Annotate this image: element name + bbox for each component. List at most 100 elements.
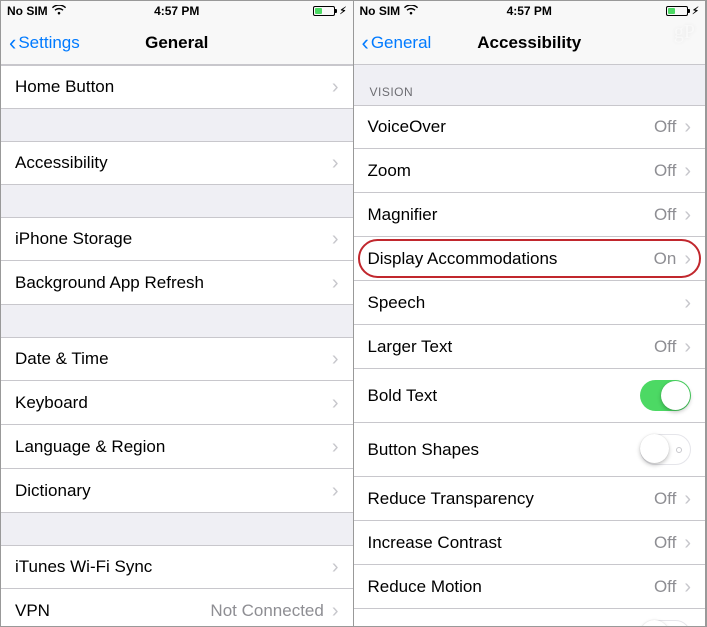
accessibility-row[interactable]: Increase ContrastOff › (354, 521, 706, 565)
wifi-icon (404, 4, 418, 18)
chevron-right-icon: › (332, 229, 339, 249)
charging-icon: ⚡︎ (692, 6, 699, 17)
status-bar: No SIM 4:57 PM ⚡︎ (1, 1, 353, 21)
row-value: Off (654, 533, 676, 553)
battery-icon (666, 6, 688, 16)
settings-row[interactable]: Dictionary› (1, 469, 353, 513)
accessibility-row[interactable]: Speech› (354, 281, 706, 325)
row-value: Off (654, 161, 676, 181)
row-label: Language & Region (15, 437, 328, 457)
row-label: Accessibility (15, 153, 328, 173)
row-value: Off (654, 489, 676, 509)
group-spacer (1, 305, 353, 337)
row-label: Dictionary (15, 481, 328, 501)
row-label: Keyboard (15, 393, 328, 413)
group-spacer (1, 513, 353, 545)
chevron-right-icon: › (684, 205, 691, 225)
toggle-switch[interactable] (640, 380, 691, 411)
chevron-left-icon: ‹ (9, 32, 16, 54)
accessibility-row[interactable]: Larger TextOff › (354, 325, 706, 369)
settings-row[interactable]: VPNNot Connected› (1, 589, 353, 626)
settings-row[interactable]: Keyboard› (1, 381, 353, 425)
accessibility-row[interactable]: Reduce TransparencyOff › (354, 477, 706, 521)
chevron-right-icon: › (684, 293, 691, 313)
row-label: Zoom (368, 161, 654, 181)
chevron-right-icon: › (332, 481, 339, 501)
row-label: Button Shapes (368, 440, 641, 460)
row-value: Off (654, 577, 676, 597)
accessibility-row[interactable]: On/Off Labels (354, 609, 706, 626)
chevron-right-icon: › (332, 557, 339, 577)
chevron-right-icon: › (332, 349, 339, 369)
chevron-left-icon: ‹ (362, 32, 369, 54)
accessibility-list: VISION VoiceOverOff›ZoomOff›MagnifierOff… (354, 65, 706, 626)
toggle-switch[interactable] (640, 620, 691, 626)
row-label: Home Button (15, 77, 328, 97)
chevron-right-icon: › (332, 77, 339, 97)
back-button[interactable]: ‹ Settings (9, 32, 80, 54)
row-label: Date & Time (15, 349, 328, 369)
row-label: iTunes Wi-Fi Sync (15, 557, 328, 577)
accessibility-row[interactable]: ZoomOff › (354, 149, 706, 193)
row-value: Not Connected (210, 601, 323, 621)
watermark: gP (674, 21, 695, 44)
accessibility-pane: No SIM 4:57 PM ⚡︎ ‹ General Accessibilit… (354, 1, 707, 626)
back-button[interactable]: ‹ General (362, 32, 432, 54)
battery-icon (313, 6, 335, 16)
wifi-icon (52, 4, 66, 18)
row-label: Display Accommodations (368, 249, 654, 269)
chevron-right-icon: › (332, 273, 339, 293)
status-bar: No SIM 4:57 PM ⚡︎ (354, 1, 706, 21)
section-header-vision: VISION (354, 65, 706, 105)
chevron-right-icon: › (684, 577, 691, 597)
carrier-label: No SIM (7, 4, 48, 18)
settings-row[interactable]: iPhone Storage› (1, 217, 353, 261)
row-label: On/Off Labels (368, 626, 641, 627)
settings-row[interactable]: Home Button› (1, 65, 353, 109)
row-label: Increase Contrast (368, 533, 654, 553)
accessibility-row[interactable]: Bold Text (354, 369, 706, 423)
row-label: Larger Text (368, 337, 654, 357)
row-label: Reduce Transparency (368, 489, 654, 509)
accessibility-row[interactable]: MagnifierOff › (354, 193, 706, 237)
row-label: VoiceOver (368, 117, 654, 137)
row-label: Speech (368, 293, 681, 313)
chevron-right-icon: › (684, 337, 691, 357)
accessibility-row[interactable]: Reduce MotionOff › (354, 565, 706, 609)
chevron-right-icon: › (684, 161, 691, 181)
settings-row[interactable]: Accessibility› (1, 141, 353, 185)
general-list: Home Button›Accessibility›iPhone Storage… (1, 65, 353, 626)
nav-bar: ‹ General Accessibility gP (354, 21, 706, 65)
chevron-right-icon: › (684, 249, 691, 269)
chevron-right-icon: › (684, 117, 691, 137)
row-value: Off (654, 117, 676, 137)
settings-row[interactable]: Date & Time› (1, 337, 353, 381)
row-label: Background App Refresh (15, 273, 328, 293)
back-label: Settings (18, 33, 79, 53)
row-label: Reduce Motion (368, 577, 654, 597)
toggle-switch[interactable] (640, 434, 691, 465)
accessibility-row[interactable]: Button Shapes (354, 423, 706, 477)
chevron-right-icon: › (684, 533, 691, 553)
row-label: Bold Text (368, 386, 641, 406)
back-label: General (371, 33, 431, 53)
nav-bar: ‹ Settings General (1, 21, 353, 65)
settings-row[interactable]: Language & Region› (1, 425, 353, 469)
row-label: Magnifier (368, 205, 654, 225)
chevron-right-icon: › (332, 393, 339, 413)
chevron-right-icon: › (332, 437, 339, 457)
charging-icon: ⚡︎ (339, 6, 346, 17)
settings-row[interactable]: iTunes Wi-Fi Sync› (1, 545, 353, 589)
row-label: iPhone Storage (15, 229, 328, 249)
chevron-right-icon: › (684, 489, 691, 509)
row-value: Off (654, 337, 676, 357)
chevron-right-icon: › (332, 153, 339, 173)
row-value: Off (654, 205, 676, 225)
accessibility-row[interactable]: VoiceOverOff › (354, 105, 706, 149)
settings-row[interactable]: Background App Refresh› (1, 261, 353, 305)
row-label: VPN (15, 601, 210, 621)
accessibility-row[interactable]: Display AccommodationsOn › (354, 237, 706, 281)
row-value: On (654, 249, 677, 269)
carrier-label: No SIM (360, 4, 401, 18)
group-spacer (1, 185, 353, 217)
